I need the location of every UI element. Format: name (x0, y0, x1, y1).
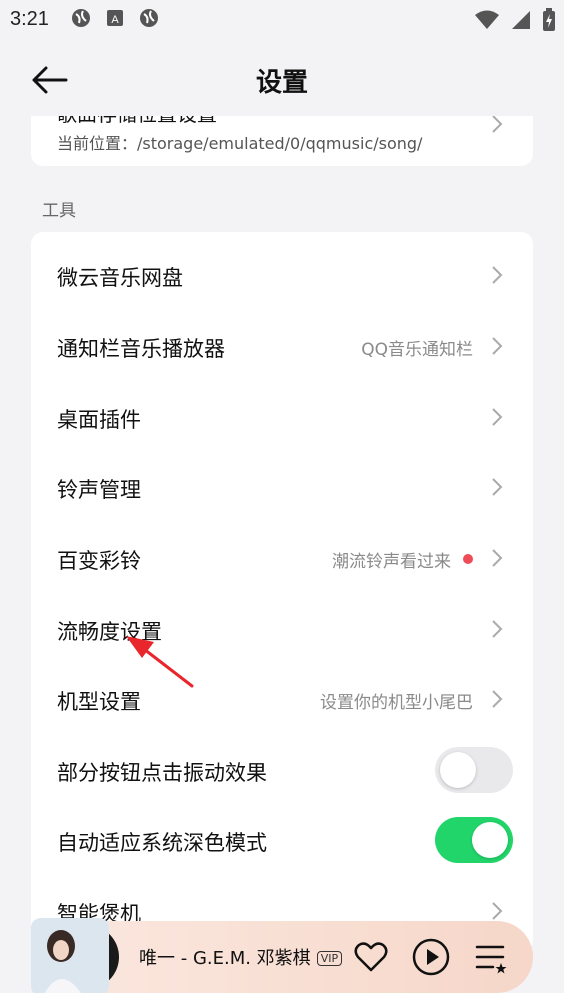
chevron-right-icon (492, 408, 503, 426)
svg-text:A: A (111, 14, 119, 26)
row-label: 自动适应系统深色模式 (57, 831, 267, 855)
chevron-right-icon (492, 478, 503, 496)
song-title[interactable]: 唯一 - G.E.M. 邓紫棋 VIP (139, 944, 343, 970)
row-notification-player[interactable]: 通知栏音乐播放器 QQ音乐通知栏 (31, 311, 533, 381)
row-color-ringback[interactable]: 百变彩铃 潮流铃声看过来 (31, 523, 533, 593)
row-smoothness-settings[interactable]: 流畅度设置 (31, 594, 533, 664)
heart-icon[interactable] (351, 937, 391, 977)
globe-icon (72, 9, 90, 27)
vip-badge: VIP (316, 951, 343, 966)
section-label-tools: 工具 (42, 201, 76, 221)
app-header-overlay: 设置 (0, 44, 564, 116)
toggle-knob (472, 822, 508, 858)
red-dot-badge (463, 554, 473, 564)
page-title: 设置 (255, 68, 308, 98)
dark-mode-toggle[interactable] (435, 817, 513, 863)
row-weiyun-cloud[interactable]: 微云音乐网盘 (31, 240, 533, 310)
status-time: 3:21 (10, 8, 49, 30)
row-label: 桌面插件 (57, 408, 141, 432)
chevron-right-icon (492, 549, 503, 567)
toggle-knob (440, 752, 476, 788)
row-label: 机型设置 (57, 690, 141, 714)
chevron-right-icon (492, 115, 503, 133)
row-label: 部分按钮点击振动效果 (57, 761, 267, 785)
row-label: 铃声管理 (57, 478, 141, 502)
song-name: 唯一 - G.E.M. 邓紫棋 (139, 948, 311, 969)
battery-icon (543, 8, 555, 31)
a-icon: A (107, 10, 123, 26)
album-cover[interactable] (31, 918, 109, 996)
row-value: QQ音乐通知栏 (361, 340, 473, 360)
album-art-image (31, 918, 109, 996)
chevron-right-icon (492, 620, 503, 638)
playlist-icon[interactable] (471, 937, 511, 977)
tools-card: 微云音乐网盘 通知栏音乐播放器 QQ音乐通知栏 桌面插件 铃声管理 百变彩铃 潮… (31, 232, 533, 952)
signal-icon (512, 11, 530, 29)
status-right (474, 8, 556, 32)
mini-player[interactable]: 唯一 - G.E.M. 邓紫棋 VIP (31, 918, 533, 996)
status-bar: 3:21 A (0, 0, 564, 40)
row-label: 百变彩铃 (57, 549, 141, 573)
play-icon[interactable] (411, 937, 451, 977)
chevron-right-icon (492, 690, 503, 708)
globe-icon (140, 9, 158, 27)
chevron-right-icon (492, 902, 503, 920)
vibration-toggle[interactable] (435, 747, 513, 793)
row-desktop-widget[interactable]: 桌面插件 (31, 382, 533, 452)
row-ringtone-manage[interactable]: 铃声管理 (31, 452, 533, 522)
chevron-right-icon (492, 266, 503, 284)
row-label: 微云音乐网盘 (57, 266, 183, 290)
storage-path-text: 当前位置：/storage/emulated/0/qqmusic/song/ (57, 134, 423, 153)
row-auto-dark-mode: 自动适应系统深色模式 (31, 805, 533, 875)
chevron-right-icon (492, 337, 503, 355)
annotation-arrow-icon (126, 636, 194, 688)
row-label: 通知栏音乐播放器 (57, 337, 225, 361)
bottom-nav-strip (0, 993, 564, 1004)
wifi-icon (475, 10, 499, 29)
row-vibration-feedback: 部分按钮点击振动效果 (31, 735, 533, 805)
row-device-model[interactable]: 机型设置 设置你的机型小尾巴 (31, 664, 533, 734)
row-value: 设置你的机型小尾巴 (320, 693, 473, 713)
row-value: 潮流铃声看过来 (332, 552, 451, 572)
